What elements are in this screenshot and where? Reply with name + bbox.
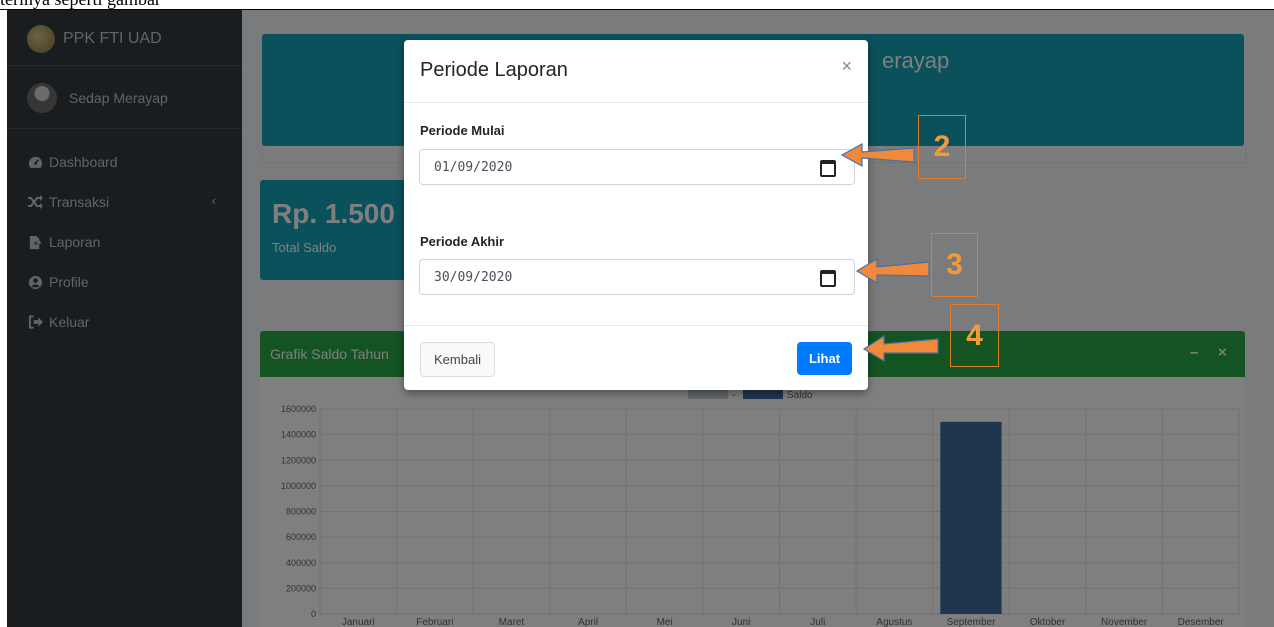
- end-date-value: 30/09/2020: [434, 270, 513, 285]
- annotation-arrow-2: [840, 142, 915, 168]
- annotation-label-3: 3: [931, 233, 978, 297]
- annotation-label-4: 4: [950, 304, 999, 367]
- end-date-label: Periode Akhir: [420, 234, 505, 249]
- start-date-value: 01/09/2020: [434, 160, 513, 175]
- modal-title: Periode Laporan: [420, 59, 568, 81]
- modal-footer: Kembali Lihat: [404, 325, 868, 391]
- annotation-arrow-3: [855, 257, 930, 285]
- modal-header: Periode Laporan ×: [404, 40, 868, 103]
- start-date-field[interactable]: 01/09/2020: [419, 149, 855, 185]
- annotation-arrow-4: [862, 334, 939, 363]
- periode-modal: Periode Laporan × Periode Mulai 01/09/20…: [404, 40, 868, 390]
- calendar-icon[interactable]: [820, 270, 836, 287]
- annotation-label-2: 2: [918, 115, 966, 179]
- start-date-label: Periode Mulai: [420, 123, 505, 138]
- close-icon[interactable]: ×: [841, 56, 852, 77]
- calendar-icon[interactable]: [820, 160, 836, 177]
- end-date-field[interactable]: 30/09/2020: [419, 259, 855, 295]
- kembali-button[interactable]: Kembali: [420, 342, 495, 377]
- lihat-button[interactable]: Lihat: [797, 342, 852, 375]
